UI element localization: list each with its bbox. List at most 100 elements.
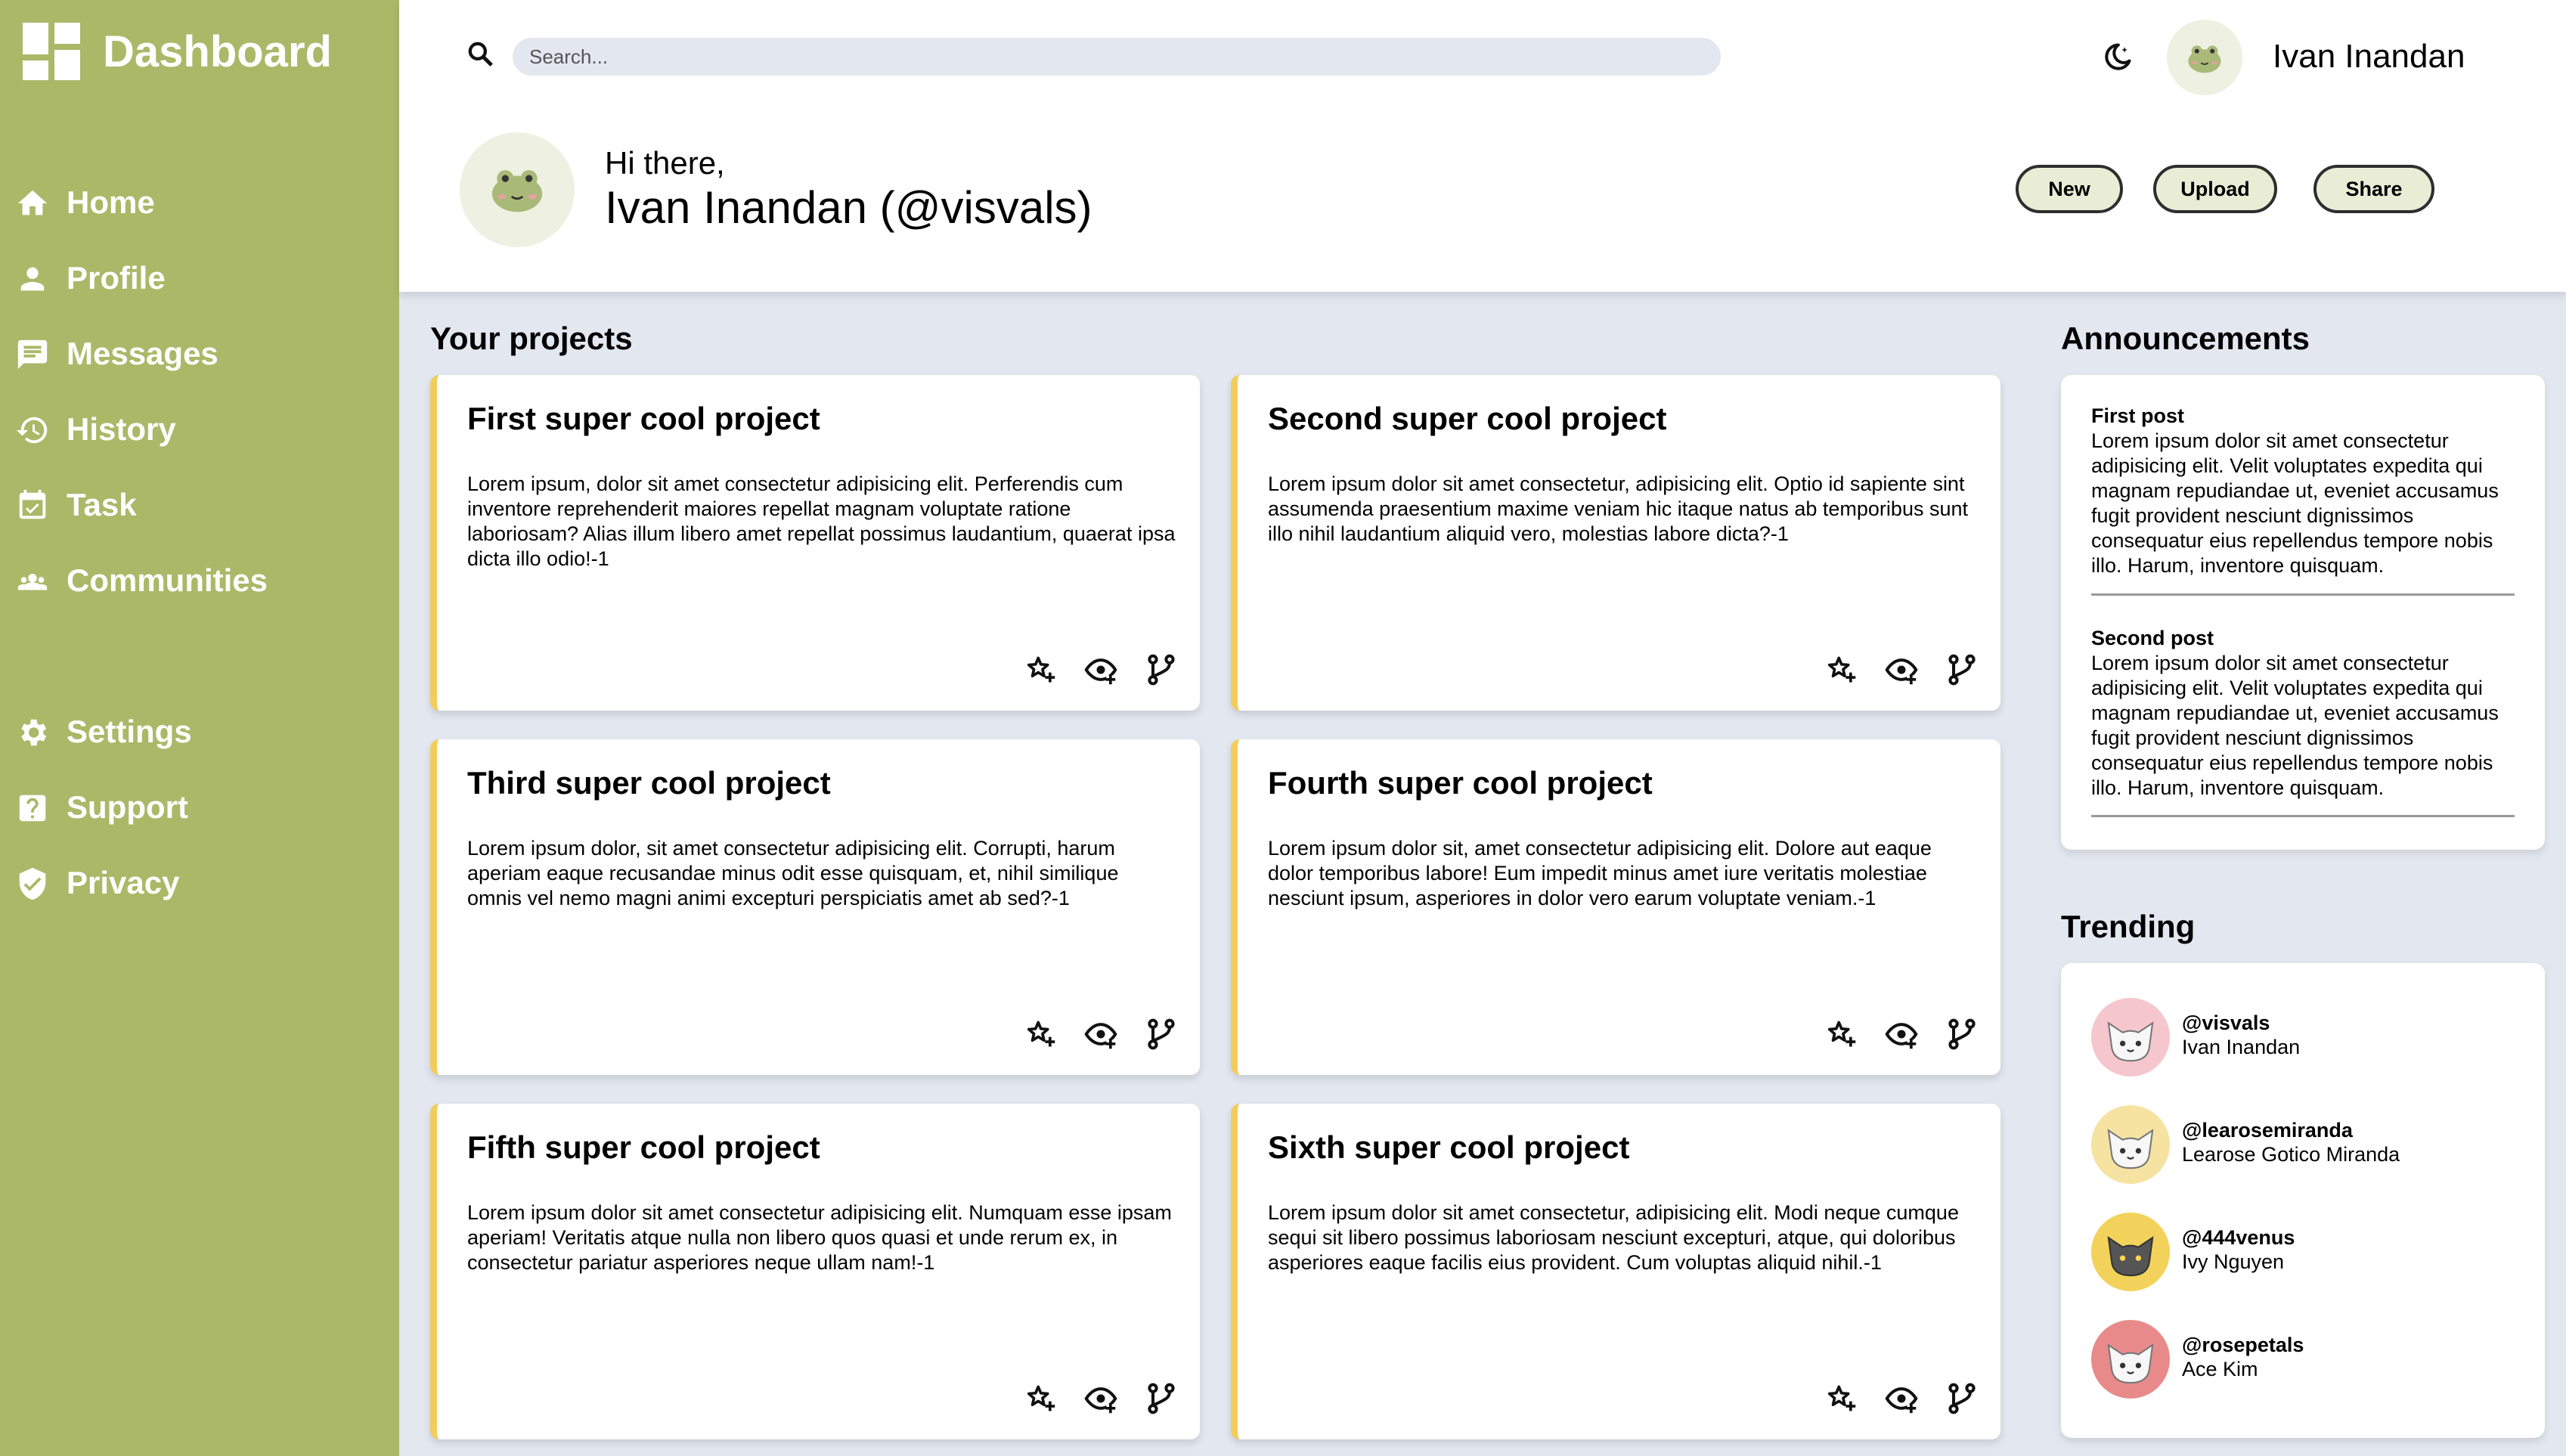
cat-avatar-icon	[2091, 1105, 2170, 1184]
history-icon	[15, 413, 50, 448]
gear-icon	[15, 715, 50, 750]
project-card[interactable]: Fifth super cool project Lorem ipsum dol…	[430, 1104, 1200, 1439]
star-icon[interactable]	[1024, 653, 1057, 686]
sidebar: Dashboard Home Profile Messages History …	[0, 0, 399, 1456]
sidebar-item-home[interactable]: Home	[0, 172, 399, 233]
group-icon	[15, 564, 50, 599]
announcement-post[interactable]: First post Lorem ipsum dolor sit amet co…	[2091, 404, 2515, 578]
search-icon[interactable]	[466, 39, 496, 70]
share-button[interactable]: Share	[2313, 165, 2434, 213]
frog-avatar-icon	[2187, 45, 2222, 74]
watch-icon[interactable]	[1885, 1382, 1918, 1415]
trending-handle: @444venus	[2182, 1226, 2295, 1249]
project-card[interactable]: Third super cool project Lorem ipsum dol…	[430, 739, 1200, 1075]
sidebar-item-profile[interactable]: Profile	[0, 248, 399, 308]
trending-name: Ivy Nguyen	[2182, 1250, 2285, 1273]
trending-avatar	[2091, 1213, 2170, 1291]
star-icon[interactable]	[1024, 1018, 1057, 1051]
sidebar-item-settings[interactable]: Settings	[0, 702, 399, 762]
dark-mode-toggle-icon[interactable]	[2100, 41, 2134, 74]
chat-icon	[15, 337, 50, 372]
header-user-name[interactable]: Ivan Inandan	[2273, 38, 2465, 76]
project-title: Fifth super cool project	[467, 1129, 820, 1165]
trending-handle: @learosemiranda	[2182, 1119, 2353, 1142]
post-title: Second post	[2091, 627, 2214, 649]
trending-name: Ace Kim	[2182, 1358, 2258, 1380]
project-description: Lorem ipsum dolor sit amet consectetur, …	[1268, 472, 1968, 545]
sidebar-item-label: Privacy	[67, 865, 180, 900]
trending-user[interactable]: @learosemiranda Learose Gotico Miranda	[2091, 1105, 2515, 1184]
page-title: Ivan Inandan (@visvals)	[605, 182, 1092, 233]
project-description: Lorem ipsum dolor sit, amet consectetur …	[1268, 837, 1932, 909]
watch-icon[interactable]	[1084, 1018, 1117, 1051]
star-icon[interactable]	[1824, 653, 1858, 686]
person-icon	[15, 262, 50, 296]
sidebar-item-label: Task	[67, 487, 137, 522]
sidebar-item-history[interactable]: History	[0, 399, 399, 460]
upload-button[interactable]: Upload	[2153, 165, 2277, 213]
project-title: Fourth super cool project	[1268, 765, 1653, 801]
new-button[interactable]: New	[2016, 165, 2123, 213]
cat-avatar-icon	[2107, 1236, 2154, 1277]
trending-avatar	[2091, 998, 2170, 1077]
profile-avatar	[460, 132, 575, 247]
project-title: Third super cool project	[467, 765, 831, 801]
trending-user[interactable]: @rosepetals Ace Kim	[2091, 1320, 2515, 1399]
sidebar-item-support[interactable]: Support	[0, 777, 399, 838]
post-body: Lorem ipsum dolor sit amet consectetur a…	[2091, 429, 2499, 577]
announcements-heading: Announcements	[2061, 321, 2310, 356]
trending-user[interactable]: @444venus Ivy Nguyen	[2091, 1213, 2515, 1291]
announcement-post[interactable]: Second post Lorem ipsum dolor sit amet c…	[2091, 626, 2515, 801]
fork-icon[interactable]	[1945, 1382, 1979, 1415]
brand[interactable]: Dashboard	[23, 21, 332, 82]
sidebar-item-label: Messages	[67, 336, 218, 371]
post-title: First post	[2091, 404, 2185, 427]
project-description: Lorem ipsum, dolor sit amet consectetur …	[467, 472, 1176, 570]
project-card[interactable]: First super cool project Lorem ipsum, do…	[430, 375, 1200, 711]
fork-icon[interactable]	[1145, 653, 1178, 686]
header: Ivan Inandan Hi there, Ivan Inandan (@vi…	[399, 0, 2566, 292]
project-description: Lorem ipsum dolor, sit amet consectetur …	[467, 837, 1119, 909]
watch-icon[interactable]	[1885, 1018, 1918, 1051]
sidebar-item-label: Communities	[67, 562, 268, 598]
user-avatar[interactable]	[2167, 20, 2242, 95]
trending-heading: Trending	[2061, 909, 2196, 944]
projects-heading: Your projects	[430, 321, 633, 356]
star-icon[interactable]	[1024, 1382, 1057, 1415]
home-icon	[15, 186, 50, 221]
divider	[2091, 815, 2515, 817]
trending-handle: @rosepetals	[2182, 1334, 2304, 1356]
sidebar-item-label: Support	[67, 789, 188, 825]
dashboard-logo-icon	[23, 23, 80, 80]
help-icon	[15, 791, 50, 826]
frog-avatar-icon	[491, 169, 544, 213]
trending-name: Learose Gotico Miranda	[2182, 1143, 2400, 1166]
divider	[2091, 593, 2515, 596]
fork-icon[interactable]	[1945, 1018, 1979, 1051]
fork-icon[interactable]	[1945, 653, 1979, 686]
trending-avatar	[2091, 1105, 2170, 1184]
trending-panel: @visvals Ivan Inandan @learosemiranda Le…	[2061, 963, 2545, 1438]
sidebar-item-label: Profile	[67, 260, 166, 296]
announcements-panel: First post Lorem ipsum dolor sit amet co…	[2061, 375, 2545, 850]
sidebar-item-messages[interactable]: Messages	[0, 324, 399, 384]
watch-icon[interactable]	[1885, 653, 1918, 686]
project-card[interactable]: Second super cool project Lorem ipsum do…	[1231, 375, 2000, 711]
trending-user[interactable]: @visvals Ivan Inandan	[2091, 998, 2515, 1077]
calendar-check-icon	[15, 488, 50, 523]
search-input[interactable]	[513, 38, 1721, 76]
watch-icon[interactable]	[1084, 1382, 1117, 1415]
watch-icon[interactable]	[1084, 653, 1117, 686]
shield-check-icon	[15, 866, 50, 901]
star-icon[interactable]	[1824, 1018, 1858, 1051]
star-icon[interactable]	[1824, 1382, 1858, 1415]
sidebar-item-task[interactable]: Task	[0, 475, 399, 535]
fork-icon[interactable]	[1145, 1018, 1178, 1051]
project-card[interactable]: Sixth super cool project Lorem ipsum dol…	[1231, 1104, 2000, 1439]
sidebar-item-communities[interactable]: Communities	[0, 550, 399, 611]
trending-avatar	[2091, 1320, 2170, 1399]
project-card[interactable]: Fourth super cool project Lorem ipsum do…	[1231, 739, 2000, 1075]
sidebar-item-label: Settings	[67, 714, 192, 749]
fork-icon[interactable]	[1145, 1382, 1178, 1415]
sidebar-item-privacy[interactable]: Privacy	[0, 853, 399, 913]
